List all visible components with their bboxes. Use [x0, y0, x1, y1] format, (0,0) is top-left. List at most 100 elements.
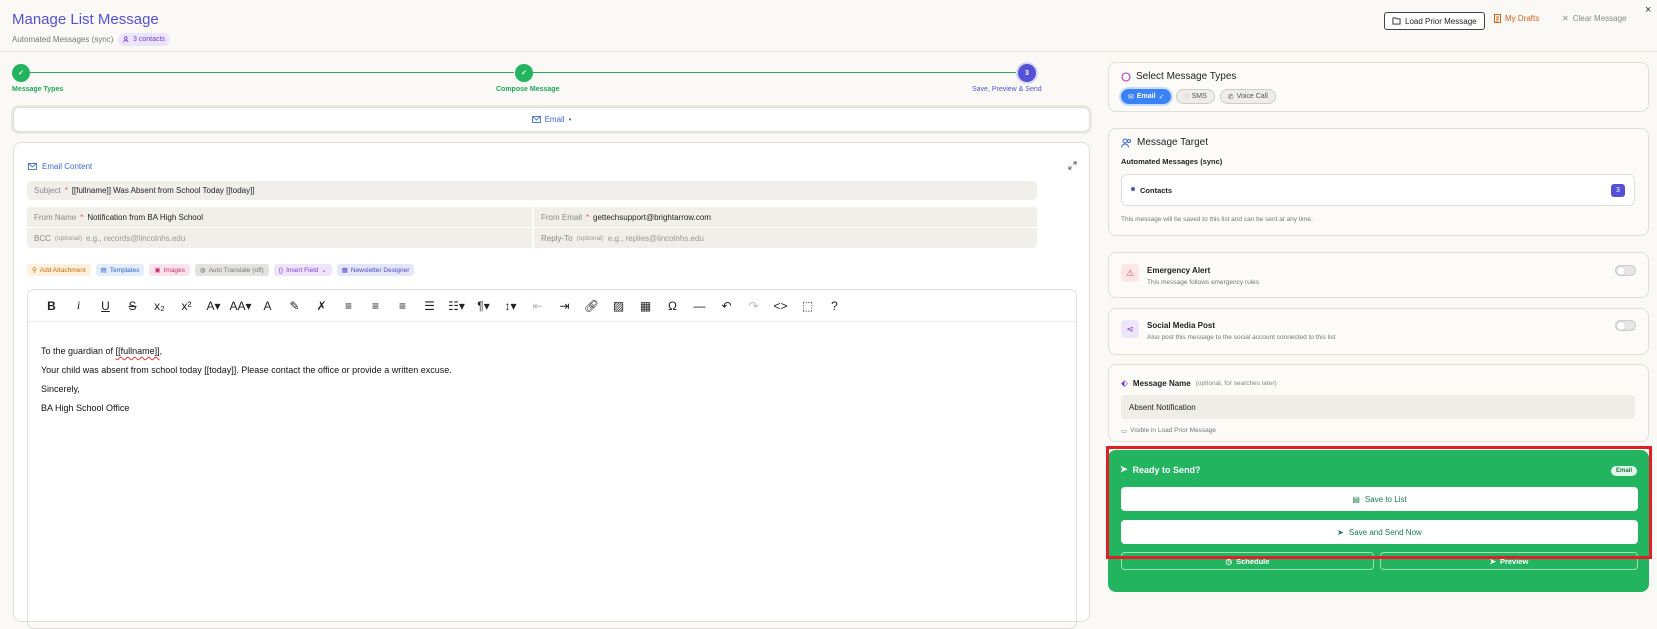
bold-icon[interactable]: B — [38, 296, 65, 316]
merge-field: [[fullname]] — [115, 346, 160, 356]
align-center-icon[interactable]: ≡ — [362, 296, 389, 316]
insert-field-button[interactable]: {} Insert Field ⌄ — [273, 264, 332, 276]
special-char-icon[interactable]: Ω — [659, 296, 686, 316]
folder-icon: ▭ — [1121, 428, 1128, 435]
editor-toolbar: B i U S x₂ x² A▾ AA▾ A ✎ ✗ ≡ ≡ ≡ ☰ ☷▾ ¶▾… — [28, 290, 1076, 322]
clear-message-button[interactable]: ✕ Clear Message — [1562, 14, 1627, 23]
reply-to-field[interactable]: Reply-To (optional) e.g., replies@lincol… — [534, 228, 1037, 248]
subject-label: Subject — [34, 186, 61, 195]
font-size-icon[interactable]: AA▾ — [227, 296, 254, 316]
social-media-toggle[interactable] — [1615, 320, 1636, 331]
message-name-title: Message Name — [1132, 379, 1191, 388]
page-header: Manage List Message Automated Messages (… — [0, 0, 1657, 52]
message-name-card: ⬖ Message Name (optional, for searches l… — [1108, 364, 1649, 442]
font-color-icon[interactable]: A▾ — [200, 296, 227, 316]
images-button[interactable]: ▣ Images — [149, 264, 190, 276]
page-subtitle: Automated Messages (sync) — [12, 35, 114, 44]
newsletter-designer-button[interactable]: ▦ Newsletter Designer — [336, 264, 415, 276]
expand-icon[interactable] — [1068, 161, 1077, 170]
paragraph-icon[interactable]: ¶▾ — [470, 296, 497, 316]
close-icon[interactable]: × — [1645, 4, 1651, 16]
body-line: BA High School Office — [41, 403, 130, 413]
from-email-label: From Email — [541, 212, 582, 222]
italic-icon[interactable]: i — [65, 296, 92, 316]
voice-call-type-pill[interactable]: ✆ Voice Call — [1219, 89, 1276, 104]
required-mark: * — [585, 212, 590, 222]
step-2-check-icon[interactable]: ✓ — [515, 64, 533, 82]
reply-to-label: Reply-To — [541, 233, 573, 243]
email-type-pill[interactable]: ✉ Email ✓ — [1121, 89, 1172, 104]
required-mark: * — [64, 186, 68, 195]
horizontal-rule-icon[interactable]: — — [686, 296, 713, 316]
contacts-row[interactable]: Contacts 3 — [1121, 174, 1635, 206]
subscript-icon[interactable]: x₂ — [146, 296, 173, 316]
share-icon: ⋖ — [1121, 320, 1139, 338]
align-right-icon[interactable]: ≡ — [389, 296, 416, 316]
sms-type-pill[interactable]: ◌ SMS — [1176, 89, 1215, 104]
auto-translate-label: Auto Translate (off) — [208, 266, 264, 274]
clear-format-icon[interactable]: ✗ — [308, 296, 335, 316]
social-media-desc: Also post this message to the social acc… — [1147, 334, 1336, 341]
bcc-label: BCC — [34, 233, 51, 243]
contacts-count-badge: 3 — [1611, 184, 1625, 197]
step-3-number[interactable]: 3 — [1018, 64, 1036, 82]
link-icon[interactable]: 🔗︎ — [578, 296, 605, 316]
outdent-icon[interactable]: ⇤ — [524, 296, 551, 316]
step-connector — [533, 72, 1017, 73]
step-1-check-icon[interactable]: ✓ — [12, 64, 30, 82]
visible-note: ▭ Visible in Load Prior Message — [1121, 427, 1216, 435]
my-drafts-button[interactable]: My Drafts — [1494, 14, 1539, 23]
ordered-list-icon[interactable]: ☰ — [416, 296, 443, 316]
table-icon[interactable]: ▦ — [632, 296, 659, 316]
unordered-list-icon[interactable]: ☷▾ — [443, 296, 470, 316]
help-icon[interactable]: ? — [821, 296, 848, 316]
tab-email[interactable]: Email • — [13, 107, 1090, 132]
step-3-label: Save, Preview & Send — [972, 86, 1042, 93]
phone-icon: ✆ — [1227, 93, 1234, 101]
strikethrough-icon[interactable]: S — [119, 296, 146, 316]
chat-icon: ◌ — [1184, 93, 1189, 100]
image-icon[interactable]: ▨ — [605, 296, 632, 316]
mail-icon — [531, 116, 541, 123]
insert-field-label: Insert Field — [286, 266, 319, 274]
check-icon: ✓ — [1158, 93, 1165, 101]
rich-text-editor[interactable]: B i U S x₂ x² A▾ AA▾ A ✎ ✗ ≡ ≡ ≡ ☰ ☷▾ ¶▾… — [27, 289, 1077, 629]
code-view-icon[interactable]: <> — [767, 296, 794, 316]
emergency-alert-toggle[interactable] — [1615, 265, 1636, 276]
undo-icon[interactable]: ↶ — [713, 296, 740, 316]
from-email-field[interactable]: From Email * gettechsupport@brightarrow.c… — [534, 207, 1037, 227]
bcc-optional: (optional) — [54, 234, 82, 242]
indent-icon[interactable]: ⇥ — [551, 296, 578, 316]
tab-email-label: Email — [544, 115, 565, 124]
reply-to-placeholder: e.g., replies@lincolnhs.edu — [607, 233, 704, 243]
line-height-icon[interactable]: ↕▾ — [497, 296, 524, 316]
message-name-input[interactable]: Absent Notification — [1121, 395, 1635, 419]
message-target-title: Message Target — [1137, 137, 1208, 148]
add-attachment-button[interactable]: ⚲ Add Attachment — [27, 264, 91, 276]
subject-field[interactable]: Subject * [[fullname]] Was Absent from Sc… — [27, 181, 1037, 200]
bcc-field[interactable]: BCC (optional) e.g., records@lincolnhs.e… — [27, 228, 532, 248]
email-content-heading: Email Content — [28, 162, 92, 171]
email-content-label: Email Content — [42, 162, 93, 171]
eraser-icon[interactable]: ✎ — [281, 296, 308, 316]
auto-translate-button[interactable]: ◍ Auto Translate (off) — [194, 264, 269, 276]
templates-button[interactable]: ▤ Templates — [95, 264, 145, 276]
required-mark: * — [80, 212, 84, 222]
globe-icon: ◍ — [199, 267, 206, 274]
underline-icon[interactable]: U — [92, 296, 119, 316]
load-prior-message-button[interactable]: Load Prior Message — [1384, 12, 1485, 30]
folder-icon — [1392, 17, 1401, 25]
email-body[interactable]: To the guardian of [[fullname]], Your ch… — [41, 342, 452, 418]
redo-icon[interactable]: ↷ — [740, 296, 767, 316]
highlight-icon[interactable]: A — [254, 296, 281, 316]
message-type-pills: ✉ Email ✓ ◌ SMS ✆ Voice Call — [1121, 89, 1276, 104]
users-icon — [123, 36, 130, 43]
select-all-icon[interactable]: ⬚ — [794, 296, 821, 316]
from-name-field[interactable]: From Name * Notification from BA High Sch… — [27, 207, 532, 227]
superscript-icon[interactable]: x² — [173, 296, 200, 316]
bcc-placeholder: e.g., records@lincolnhs.edu — [86, 233, 186, 243]
add-attachment-label: Add Attachment — [39, 266, 86, 274]
emergency-alert-card: ⚠ Emergency Alert This message follows e… — [1108, 252, 1649, 298]
align-left-icon[interactable]: ≡ — [335, 296, 362, 316]
highlight-box — [1106, 446, 1652, 559]
